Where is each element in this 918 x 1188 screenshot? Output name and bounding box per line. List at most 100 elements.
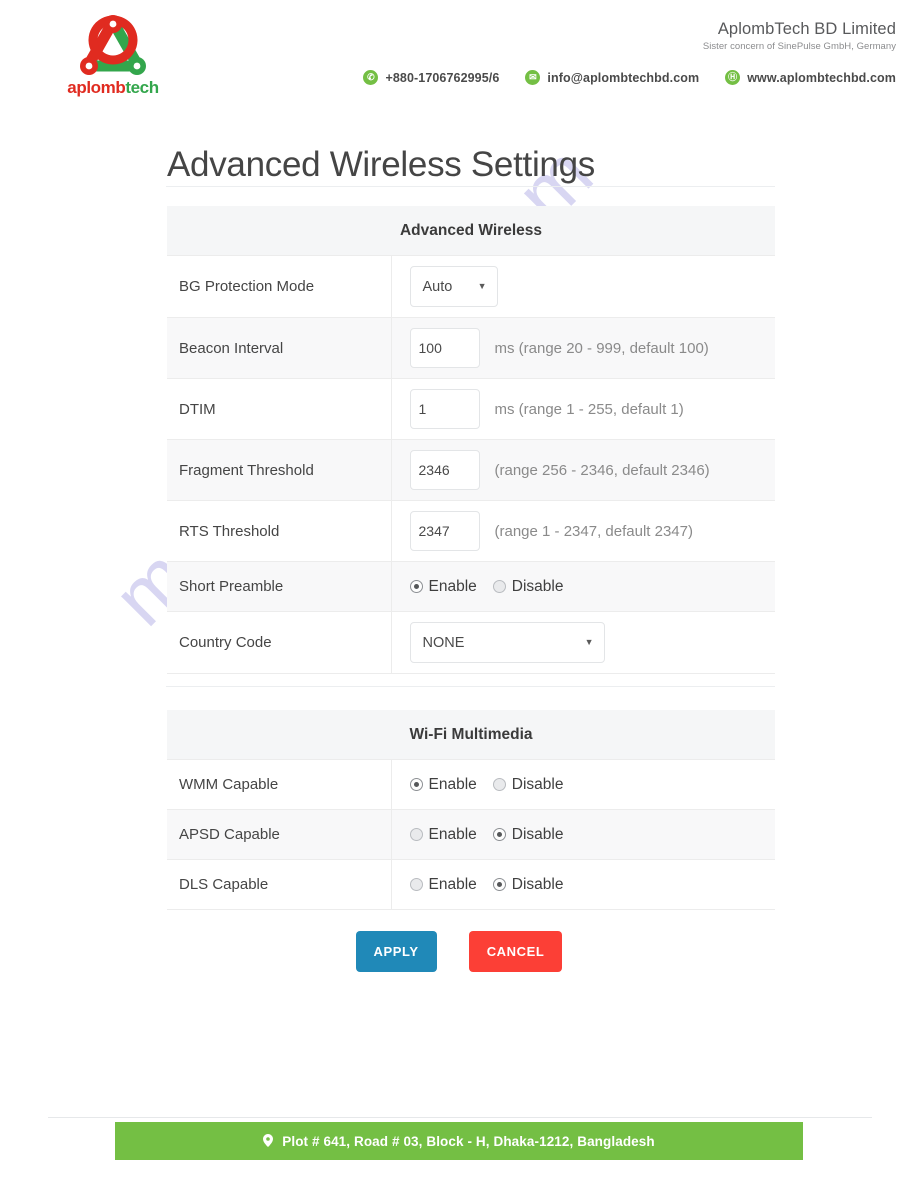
country-code-select[interactable]: NONE ▼	[409, 622, 605, 663]
dls-capable-disable-option[interactable]: Disable	[492, 875, 564, 894]
dls-capable-radio-group: Enable Disable	[409, 875, 776, 894]
chevron-down-icon: ▼	[477, 281, 487, 291]
radio-icon-selected[interactable]	[492, 828, 506, 841]
envelope-icon: ✉	[525, 70, 541, 85]
table-row: DLS Capable Enable Disable	[167, 859, 776, 910]
wmm-capable-disable-label: Disable	[511, 775, 564, 793]
wifi-multimedia-table: Wi-Fi Multimedia WMM Capable Enable Disa…	[167, 710, 775, 910]
row-value-country-code: NONE ▼	[391, 611, 775, 674]
bg-protection-mode-selected-value: Auto	[422, 278, 453, 295]
radio-icon[interactable]	[492, 778, 506, 791]
dls-capable-enable-label: Enable	[428, 875, 477, 893]
row-label-short-preamble: Short Preamble	[167, 561, 392, 612]
cancel-button[interactable]: CANCEL	[468, 931, 563, 972]
contact-phone-text: +880-1706762995/6	[385, 70, 500, 85]
dtim-input[interactable]	[409, 389, 480, 429]
radio-icon-selected[interactable]	[409, 580, 423, 593]
contact-website[interactable]: Ⓗ www.aplombtechbd.com	[725, 70, 896, 85]
row-label-apsd-capable: APSD Capable	[167, 809, 392, 860]
beacon-interval-input[interactable]	[409, 328, 480, 368]
apsd-capable-disable-label: Disable	[511, 825, 564, 843]
rts-threshold-hint: (range 1 - 2347, default 2347)	[494, 522, 693, 540]
row-label-bg-protection-mode: BG Protection Mode	[167, 255, 392, 318]
radio-icon[interactable]	[409, 828, 423, 841]
fragment-threshold-hint: (range 256 - 2346, default 2346)	[494, 461, 710, 479]
table-row: Beacon Interval ms (range 20 - 999, defa…	[167, 317, 775, 379]
section-divider	[166, 686, 775, 687]
chevron-down-icon: ▼	[584, 637, 594, 647]
map-pin-icon	[263, 1133, 274, 1149]
table-row: WMM Capable Enable Disable	[167, 759, 776, 810]
table-row: Fragment Threshold (range 256 - 2346, de…	[167, 439, 775, 501]
apsd-capable-disable-option[interactable]: Disable	[492, 825, 564, 844]
company-subtitle: Sister concern of SinePulse GmbH, German…	[702, 41, 896, 52]
row-value-dls-capable: Enable Disable	[391, 859, 776, 910]
short-preamble-disable-label: Disable	[511, 577, 564, 595]
apsd-capable-enable-option[interactable]: Enable	[409, 825, 477, 844]
wmm-capable-enable-option[interactable]: Enable	[409, 776, 477, 794]
radio-icon-selected[interactable]	[409, 778, 423, 791]
row-value-wmm-capable: Enable Disable	[391, 759, 776, 810]
table-row: Short Preamble Enable Disable	[167, 561, 775, 612]
row-label-country-code: Country Code	[167, 611, 392, 674]
contact-website-text: www.aplombtechbd.com	[747, 70, 896, 85]
row-value-bg-protection-mode: Auto ▼	[391, 255, 775, 318]
logo-wordmark: aplombtech	[63, 78, 163, 98]
row-value-fragment-threshold: (range 256 - 2346, default 2346)	[391, 439, 775, 501]
short-preamble-enable-option[interactable]: Enable	[409, 577, 477, 596]
title-divider	[166, 186, 775, 187]
dls-capable-disable-label: Disable	[511, 875, 564, 893]
table-row: BG Protection Mode Auto ▼	[167, 255, 775, 318]
globe-icon: Ⓗ	[725, 70, 741, 85]
wmm-capable-radio-group: Enable Disable	[409, 775, 776, 794]
advanced-wireless-table: Advanced Wireless BG Protection Mode Aut…	[167, 206, 775, 674]
wifi-multimedia-section-title: Wi-Fi Multimedia	[167, 710, 775, 760]
short-preamble-disable-option[interactable]: Disable	[492, 577, 564, 596]
table-row: APSD Capable Enable Disable	[167, 809, 776, 860]
row-value-beacon-interval: ms (range 20 - 999, default 100)	[391, 317, 775, 379]
radio-icon-selected[interactable]	[492, 878, 506, 891]
advanced-wireless-section-title: Advanced Wireless	[167, 206, 775, 256]
radio-icon[interactable]	[492, 580, 506, 593]
row-label-dls-capable: DLS Capable	[167, 859, 392, 910]
advanced-wireless-section-header: Advanced Wireless	[167, 206, 775, 256]
table-row: Country Code NONE ▼	[167, 611, 775, 674]
form-actions: APPLY CANCEL	[0, 931, 918, 972]
row-label-beacon-interval: Beacon Interval	[167, 317, 392, 379]
fragment-threshold-input[interactable]	[409, 450, 480, 490]
page-header: aplombtech AplombTech BD Limited Sister …	[0, 0, 918, 112]
phone-icon: ✆	[363, 70, 379, 85]
apsd-capable-enable-label: Enable	[428, 825, 477, 843]
apply-button[interactable]: APPLY	[355, 931, 437, 972]
footer-address-bar: Plot # 641, Road # 03, Block - H, Dhaka-…	[115, 1122, 803, 1160]
row-value-short-preamble: Enable Disable	[391, 561, 775, 612]
dtim-hint: ms (range 1 - 255, default 1)	[494, 400, 684, 418]
bg-protection-mode-select[interactable]: Auto ▼	[409, 266, 498, 307]
country-code-selected-value: NONE	[422, 634, 465, 651]
contact-row: ✆ +880-1706762995/6 ✉ info@aplombtechbd.…	[363, 70, 896, 85]
rts-threshold-input[interactable]	[409, 511, 480, 551]
apsd-capable-radio-group: Enable Disable	[409, 825, 776, 844]
contact-phone[interactable]: ✆ +880-1706762995/6	[363, 70, 499, 85]
row-label-wmm-capable: WMM Capable	[167, 759, 392, 810]
logo-wordmark-tech: tech	[125, 78, 159, 97]
network-triangle-logo-icon	[80, 15, 146, 75]
row-label-dtim: DTIM	[167, 378, 392, 440]
contact-email-text: info@aplombtechbd.com	[547, 70, 700, 85]
row-value-dtim: ms (range 1 - 255, default 1)	[391, 378, 775, 440]
dls-capable-enable-option[interactable]: Enable	[409, 875, 477, 894]
row-value-rts-threshold: (range 1 - 2347, default 2347)	[391, 500, 775, 562]
short-preamble-enable-label: Enable	[428, 577, 477, 595]
contact-email[interactable]: ✉ info@aplombtechbd.com	[525, 70, 699, 85]
table-row: DTIM ms (range 1 - 255, default 1)	[167, 378, 775, 440]
company-logo: aplombtech	[63, 14, 163, 102]
beacon-interval-hint: ms (range 20 - 999, default 100)	[494, 339, 709, 357]
company-name: AplombTech BD Limited	[717, 20, 896, 38]
wifi-multimedia-section-header: Wi-Fi Multimedia	[167, 710, 775, 760]
radio-icon[interactable]	[409, 878, 423, 891]
page-title: Advanced Wireless Settings	[167, 145, 595, 185]
wmm-capable-disable-option[interactable]: Disable	[492, 775, 564, 794]
row-label-fragment-threshold: Fragment Threshold	[167, 439, 392, 501]
logo-wordmark-aplomb: aplomb	[67, 78, 126, 97]
table-row: RTS Threshold (range 1 - 2347, default 2…	[167, 500, 775, 562]
